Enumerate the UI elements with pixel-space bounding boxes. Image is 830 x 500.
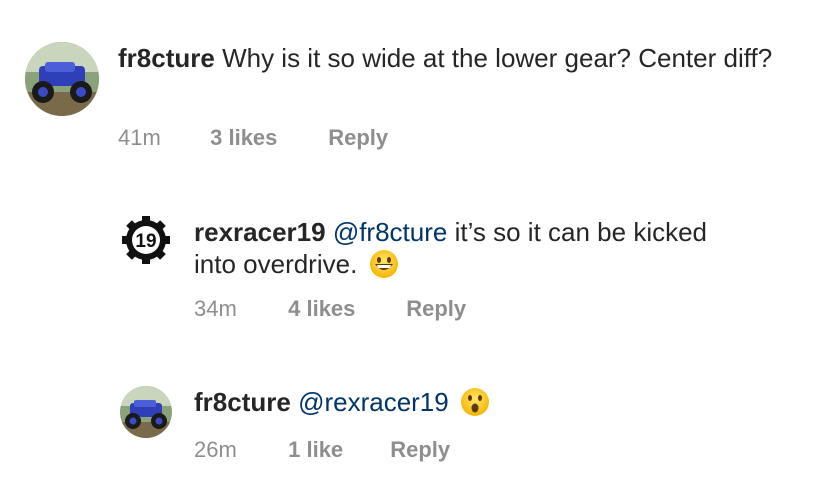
- comment-2: 19 rexracer19 @fr8cture it’s so it can b…: [0, 170, 830, 330]
- comment-text: fr8cture @rexracer19: [194, 386, 814, 424]
- reply-button[interactable]: Reply: [390, 437, 450, 463]
- reply-button[interactable]: Reply: [406, 296, 466, 322]
- comment-meta: 41m 3 likes Reply: [118, 125, 388, 151]
- comment-meta: 34m 4 likes Reply: [194, 296, 466, 322]
- grinning-face-icon: [369, 249, 399, 286]
- surprised-face-icon: [460, 387, 490, 424]
- user-avatar[interactable]: 19: [120, 214, 172, 266]
- rc-crawler-photo: [25, 42, 99, 116]
- comment-likes[interactable]: 4 likes: [288, 296, 400, 322]
- comment-likes[interactable]: 1 like: [288, 437, 384, 463]
- logo-number: 19: [135, 231, 156, 252]
- comment-3: fr8cture @rexracer19 26m 1 like Reply: [0, 330, 830, 500]
- comment-1: fr8cture Why is it so wide at the lower …: [0, 0, 830, 170]
- comment-body: Why is it so wide at the lower gear? Cen…: [222, 43, 773, 73]
- comment-body: it’s so it can be kicked: [454, 217, 708, 247]
- rc-crawler-photo: [120, 386, 172, 438]
- comment-username[interactable]: fr8cture: [118, 43, 215, 73]
- comment-meta: 26m 1 like Reply: [194, 437, 450, 463]
- user-avatar[interactable]: [25, 42, 99, 116]
- comment-mention[interactable]: @fr8cture: [333, 217, 448, 247]
- comment-username[interactable]: rexracer19: [194, 217, 326, 247]
- gear-19-logo: 19: [122, 216, 170, 264]
- reply-button[interactable]: Reply: [328, 125, 388, 151]
- comment-body-line2: into overdrive.: [194, 249, 358, 279]
- comment-text: rexracer19 @fr8cture it’s so it can be k…: [194, 216, 814, 286]
- comment-likes[interactable]: 3 likes: [210, 125, 322, 151]
- comment-time: 34m: [194, 296, 237, 321]
- user-avatar[interactable]: [120, 386, 172, 438]
- comment-time: 26m: [194, 437, 237, 462]
- comment-time: 41m: [118, 125, 161, 150]
- comment-text: fr8cture Why is it so wide at the lower …: [118, 42, 808, 74]
- comment-username[interactable]: fr8cture: [194, 387, 291, 417]
- comment-mention[interactable]: @rexracer19: [298, 387, 449, 417]
